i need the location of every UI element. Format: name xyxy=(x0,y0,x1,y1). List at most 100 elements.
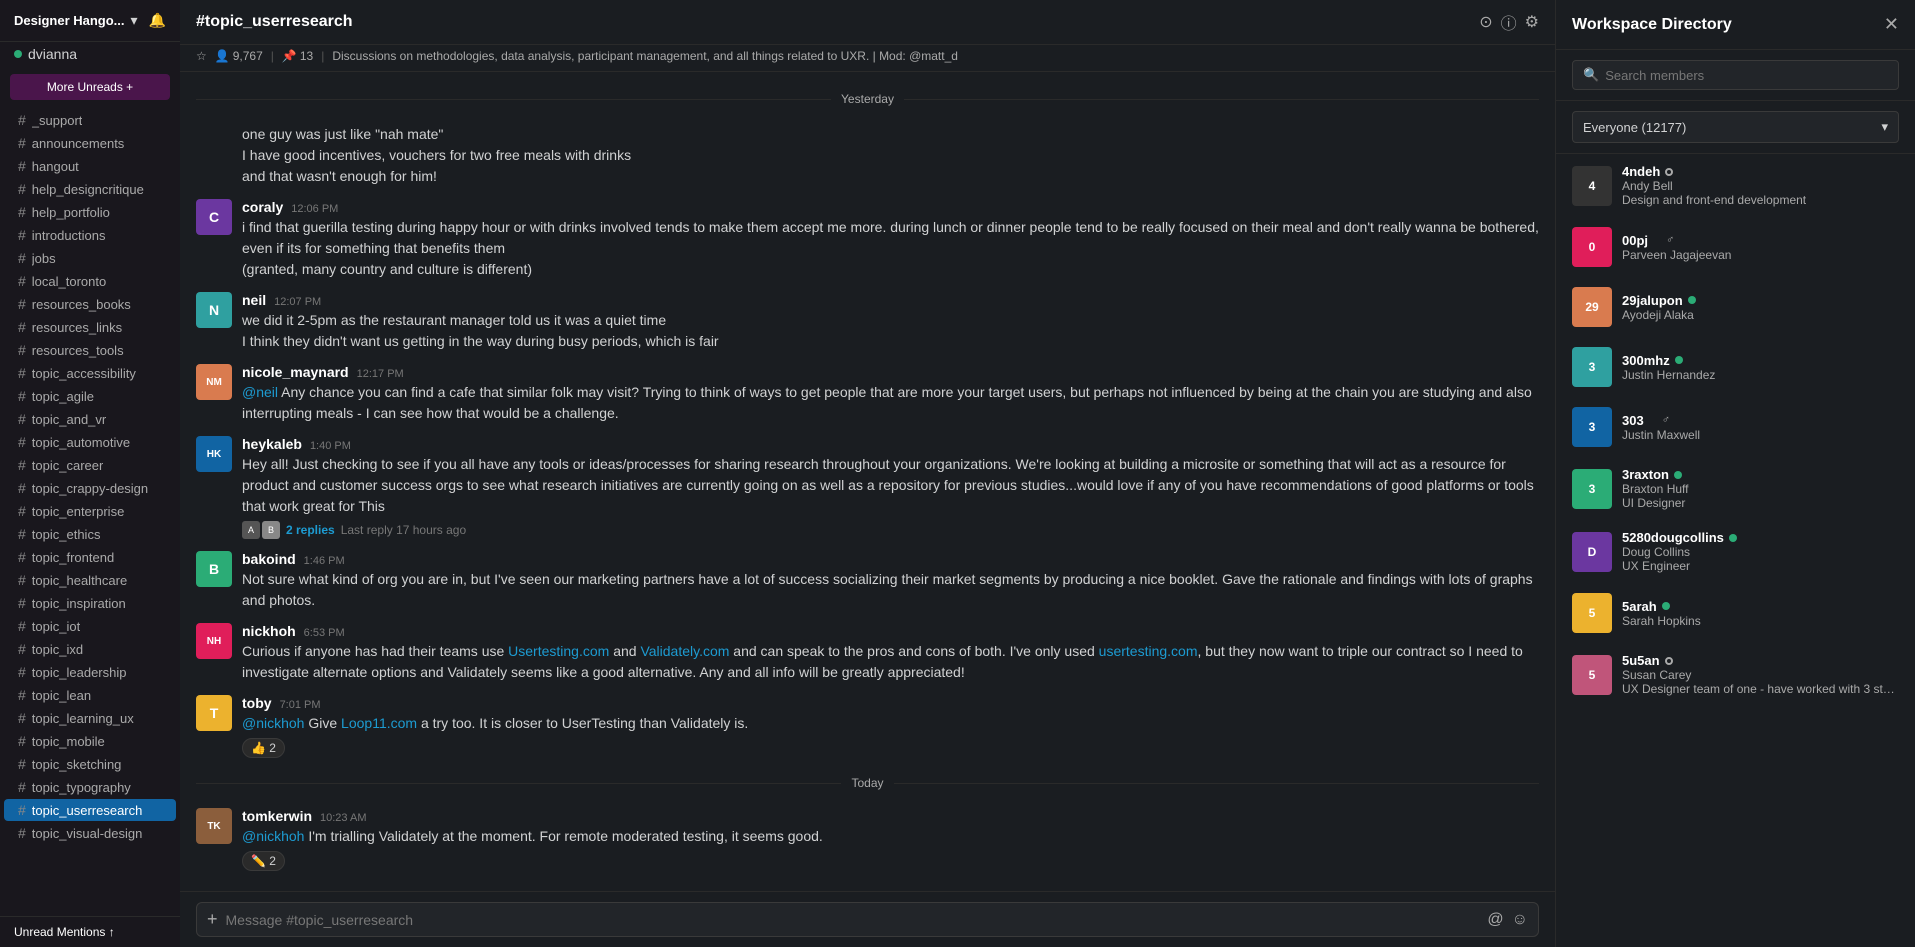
sidebar-item-topic_learning_ux[interactable]: #topic_learning_ux xyxy=(4,707,176,729)
sidebar-item-topic_healthcare[interactable]: #topic_healthcare xyxy=(4,569,176,591)
header-icons: ⊙ ⓘ ⚙ xyxy=(1479,10,1539,34)
sidebar-item-local_toronto[interactable]: #local_toronto xyxy=(4,270,176,292)
star-icon[interactable]: ☆ xyxy=(196,49,207,63)
member-search-input[interactable] xyxy=(1605,68,1888,83)
sidebar-item-topic_typography[interactable]: #topic_typography xyxy=(4,776,176,798)
message-time: 12:06 PM xyxy=(291,203,338,215)
hash-icon: # xyxy=(18,457,26,473)
message-content: heykaleb 1:40 PM Hey all! Just checking … xyxy=(242,436,1539,539)
settings-icon[interactable]: ⚙ xyxy=(1525,12,1539,32)
sidebar-item-topic_userresearch[interactable]: #topic_userresearch xyxy=(4,799,176,821)
message-content: neil 12:07 PM we did it 2-5pm as the res… xyxy=(242,292,1539,352)
member-item[interactable]: 3 303 ♂ Justin Maxwell xyxy=(1556,397,1915,457)
message-time: 1:40 PM xyxy=(310,440,351,452)
sidebar-item-hangout[interactable]: #hangout xyxy=(4,155,176,177)
bell-icon[interactable]: 🔔 xyxy=(149,12,166,29)
link-usertesting2[interactable]: usertesting.com xyxy=(1099,643,1198,659)
sidebar-item-resources_tools[interactable]: #resources_tools xyxy=(4,339,176,361)
at-icon[interactable]: @ xyxy=(1487,911,1503,929)
member-item[interactable]: 3 300mhz Justin Hernandez xyxy=(1556,337,1915,397)
member-item[interactable]: D 5280dougcollins Doug Collins UX Engine… xyxy=(1556,520,1915,583)
channel-label: topic_crappy-design xyxy=(32,481,148,496)
sidebar-item-topic_agile[interactable]: #topic_agile xyxy=(4,385,176,407)
sidebar-item-introductions[interactable]: #introductions xyxy=(4,224,176,246)
sidebar-item-help_portfolio[interactable]: #help_portfolio xyxy=(4,201,176,223)
message-author: nickhoh xyxy=(242,623,296,639)
member-item[interactable]: 4 4ndeh Andy Bell Design and front-end d… xyxy=(1556,154,1915,217)
thread-replies[interactable]: A B 2 replies Last reply 17 hours ago xyxy=(242,521,1539,539)
member-item[interactable]: 3 3raxton Braxton Huff UI Designer xyxy=(1556,457,1915,520)
message-group: N neil 12:07 PM we did it 2-5pm as the r… xyxy=(180,286,1555,358)
channel-label: topic_accessibility xyxy=(32,366,136,381)
sidebar-item-topic_enterprise[interactable]: #topic_enterprise xyxy=(4,500,176,522)
message-time: 6:53 PM xyxy=(304,627,345,639)
avatar: NH xyxy=(196,623,232,659)
message-header: bakoind 1:46 PM xyxy=(242,551,1539,567)
sidebar-workspace[interactable]: Designer Hango... ▾ xyxy=(14,12,138,29)
close-icon[interactable]: ✕ xyxy=(1884,14,1899,35)
add-message-icon[interactable]: + xyxy=(207,909,218,930)
message-author: heykaleb xyxy=(242,436,302,452)
sidebar-item-resources_links[interactable]: #resources_links xyxy=(4,316,176,338)
sidebar-item-topic_frontend[interactable]: #topic_frontend xyxy=(4,546,176,568)
sidebar-item-topic_lean[interactable]: #topic_lean xyxy=(4,684,176,706)
member-status-dot xyxy=(1729,534,1737,542)
sidebar-item-topic_sketching[interactable]: #topic_sketching xyxy=(4,753,176,775)
reaction[interactable]: ✏️ 2 xyxy=(242,847,1539,871)
more-unreads-button[interactable]: More Unreads + xyxy=(10,74,170,100)
message-author: nicole_maynard xyxy=(242,364,349,380)
sidebar-item-topic_mobile[interactable]: #topic_mobile xyxy=(4,730,176,752)
date-divider-yesterday: Yesterday xyxy=(180,80,1555,118)
message-text: (granted, many country and culture is di… xyxy=(242,259,1539,280)
message-group: B bakoind 1:46 PM Not sure what kind of … xyxy=(180,545,1555,617)
message-author: tomkerwin xyxy=(242,808,312,824)
emoji-icon[interactable]: ☺ xyxy=(1512,911,1528,929)
member-item[interactable]: 29 29jalupon Ayodeji Alaka xyxy=(1556,277,1915,337)
message-text: Not sure what kind of org you are in, bu… xyxy=(242,569,1539,611)
unread-mentions-button[interactable]: Unread Mentions ↑ xyxy=(14,925,166,939)
sidebar-item-topic_crappy-design[interactable]: #topic_crappy-design xyxy=(4,477,176,499)
message-group: one guy was just like "nah mate" I have … xyxy=(180,118,1555,193)
sidebar-item-topic_ethics[interactable]: #topic_ethics xyxy=(4,523,176,545)
member-item[interactable]: 5 5arah Sarah Hopkins xyxy=(1556,583,1915,643)
filter-dropdown[interactable]: Everyone (12177) ▾ xyxy=(1572,111,1899,143)
sidebar-item-topic_visual-design[interactable]: #topic_visual-design xyxy=(4,822,176,844)
sidebar-item-topic_leadership[interactable]: #topic_leadership xyxy=(4,661,176,683)
member-status-dot xyxy=(1653,236,1661,244)
member-info: 303 ♂ Justin Maxwell xyxy=(1622,413,1899,442)
member-username: 5arah xyxy=(1622,599,1657,614)
sidebar-item-topic_ixd[interactable]: #topic_ixd xyxy=(4,638,176,660)
sidebar-item-announcements[interactable]: #announcements xyxy=(4,132,176,154)
channel-label: topic_healthcare xyxy=(32,573,127,588)
hash-icon: # xyxy=(18,273,26,289)
member-item[interactable]: 0 00pj ♂ Parveen Jagajeevan xyxy=(1556,217,1915,277)
sidebar-item-resources_books[interactable]: #resources_books xyxy=(4,293,176,315)
sidebar-item-topic_and_vr[interactable]: #topic_and_vr xyxy=(4,408,176,430)
avatar: N xyxy=(196,292,232,328)
sidebar-header: Designer Hango... ▾ 🔔 xyxy=(0,0,180,42)
message-input[interactable] xyxy=(226,912,1480,928)
magnify-icon[interactable]: ⊙ xyxy=(1479,12,1492,32)
member-item[interactable]: 5 5u5an Susan Carey UX Designer team of … xyxy=(1556,643,1915,706)
sidebar-item-topic_iot[interactable]: #topic_iot xyxy=(4,615,176,637)
link-validately[interactable]: Validately.com xyxy=(640,643,729,659)
member-name-row: 300mhz xyxy=(1622,353,1899,368)
hash-icon: # xyxy=(18,618,26,634)
member-username: 4ndeh xyxy=(1622,164,1660,179)
sidebar-item-help_designcritique[interactable]: #help_designcritique xyxy=(4,178,176,200)
member-description: UX Engineer xyxy=(1622,559,1899,573)
member-display-name: Justin Hernandez xyxy=(1622,368,1899,382)
sidebar-item-jobs[interactable]: #jobs xyxy=(4,247,176,269)
sidebar-item-topic_career[interactable]: #topic_career xyxy=(4,454,176,476)
reaction[interactable]: 👍 2 xyxy=(242,734,1539,758)
sidebar-item-topic_accessibility[interactable]: #topic_accessibility xyxy=(4,362,176,384)
sidebar-item-topic_inspiration[interactable]: #topic_inspiration xyxy=(4,592,176,614)
info-icon[interactable]: ⓘ xyxy=(1501,10,1517,34)
link-loop11[interactable]: Loop11.com xyxy=(341,715,417,731)
hash-icon: # xyxy=(18,779,26,795)
member-username: 303 xyxy=(1622,413,1644,428)
person-icon: 👤 xyxy=(215,49,230,63)
sidebar-item-topic_automotive[interactable]: #topic_automotive xyxy=(4,431,176,453)
sidebar-item-_support[interactable]: #_support xyxy=(4,109,176,131)
link-usertesting[interactable]: Usertesting.com xyxy=(508,643,609,659)
